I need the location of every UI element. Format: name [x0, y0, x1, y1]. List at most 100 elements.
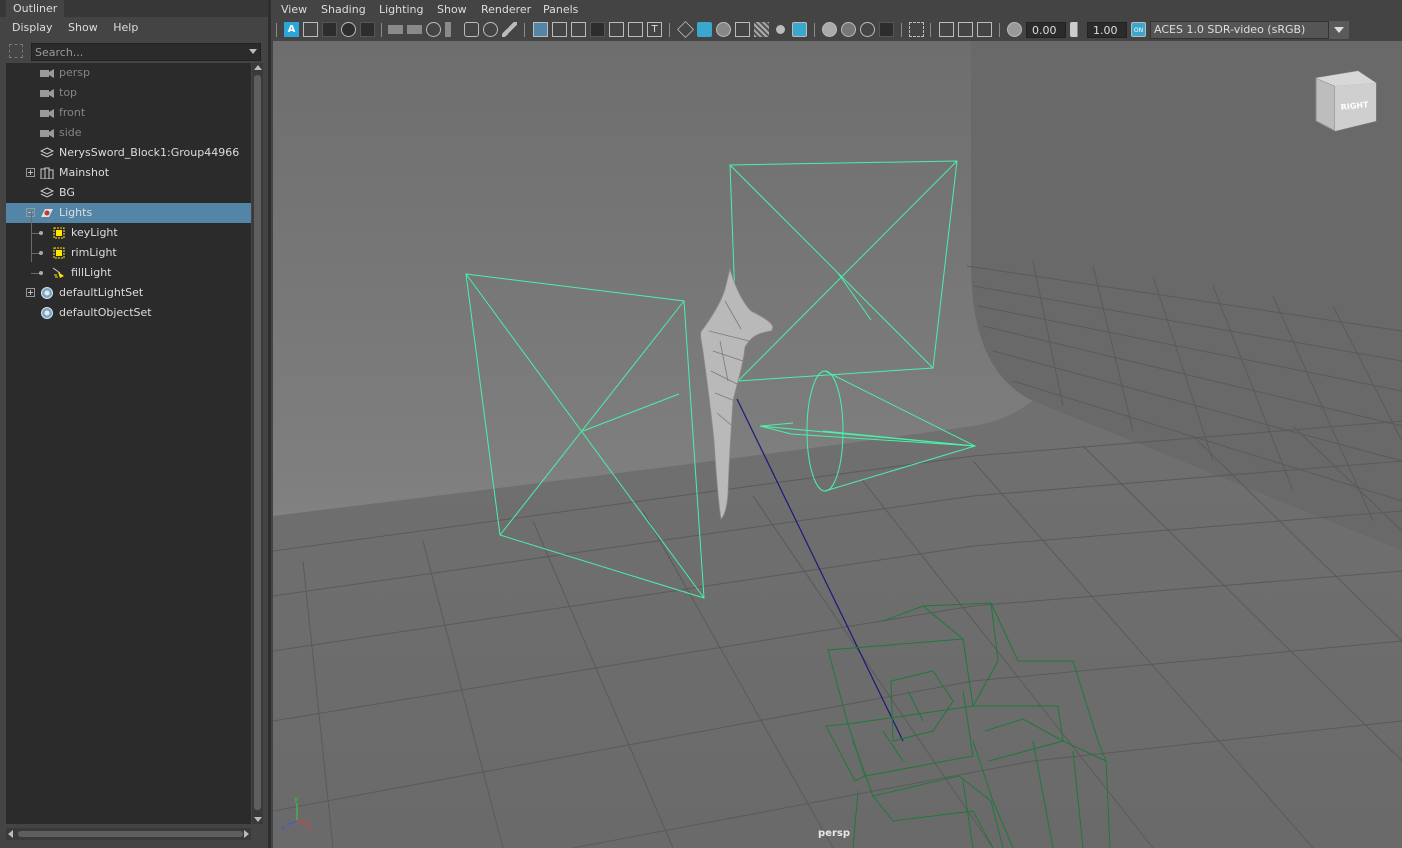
- field-chart-icon[interactable]: [609, 22, 624, 37]
- image-plane-icon[interactable]: [341, 22, 356, 37]
- scroll-down-icon[interactable]: [254, 817, 262, 822]
- menu-help[interactable]: Help: [113, 17, 138, 39]
- default-material-icon[interactable]: [735, 22, 750, 37]
- camera-icon: [40, 69, 54, 78]
- expand-icon[interactable]: [26, 288, 35, 297]
- menu-panels[interactable]: Panels: [543, 3, 578, 16]
- outliner-item-filllight[interactable]: fillLight: [6, 263, 251, 283]
- lock-camera-icon[interactable]: [407, 25, 422, 34]
- outliner-item-label: top: [59, 86, 78, 99]
- select-camera-icon[interactable]: A: [284, 22, 299, 37]
- menu-shading[interactable]: Shading: [321, 3, 366, 16]
- smooth-shade-icon[interactable]: [697, 22, 712, 37]
- bookmark-icon[interactable]: [322, 22, 337, 37]
- camera-attributes-icon[interactable]: [303, 22, 318, 37]
- outliner-item-defaultobjectset[interactable]: defaultObjectSet: [6, 303, 251, 323]
- safe-action-icon[interactable]: [628, 22, 643, 37]
- expand-icon[interactable]: [26, 168, 35, 177]
- outliner-item-label: front: [59, 106, 86, 119]
- outliner-panel: Outliner Display Show Help persp top fro…: [0, 0, 268, 848]
- outliner-item-sword[interactable]: NerysSword_Block1:Group44966: [6, 143, 251, 163]
- outliner-item-side[interactable]: side: [6, 123, 251, 143]
- grease-pencil-icon[interactable]: [464, 22, 479, 37]
- filter-icon[interactable]: [9, 44, 23, 58]
- outliner-item-persp[interactable]: persp: [6, 63, 251, 83]
- shadows-icon[interactable]: [792, 22, 807, 37]
- svg-text:z: z: [281, 824, 285, 832]
- color-management-value: ACES 1.0 SDR-video (sRGB): [1154, 23, 1306, 36]
- textured-icon[interactable]: [754, 22, 769, 37]
- scroll-right-icon[interactable]: [244, 830, 249, 838]
- pencil-icon[interactable]: [502, 22, 517, 37]
- xray-icon[interactable]: [939, 22, 954, 37]
- outliner-item-mainshot[interactable]: Mainshot: [6, 163, 251, 183]
- outliner-item-defaultlightset[interactable]: defaultLightSet: [6, 283, 251, 303]
- outliner-item-front[interactable]: front: [6, 103, 251, 123]
- scrollbar-thumb[interactable]: [18, 831, 243, 837]
- tree-dot: [39, 231, 43, 235]
- gate-mask-icon[interactable]: [590, 22, 605, 37]
- outliner-item-label: keyLight: [71, 226, 118, 239]
- outliner-item-bg[interactable]: BG: [6, 183, 251, 203]
- menu-renderer[interactable]: Renderer: [481, 3, 531, 16]
- outliner-item-top[interactable]: top: [6, 83, 251, 103]
- anti-aliasing-icon[interactable]: [860, 22, 875, 37]
- use-all-lights-icon[interactable]: [776, 25, 785, 34]
- outliner-item-rimlight[interactable]: rimLight: [6, 243, 251, 263]
- pan-zoom-icon[interactable]: [483, 22, 498, 37]
- gamma-field[interactable]: 1.00: [1087, 22, 1127, 38]
- gamma-icon[interactable]: [1070, 22, 1085, 37]
- look-through-icon[interactable]: [426, 22, 441, 37]
- exposure-field[interactable]: 0.00: [1026, 22, 1066, 38]
- outliner-tab[interactable]: Outliner: [6, 0, 65, 17]
- wireframe-icon[interactable]: [677, 21, 694, 38]
- grid-icon[interactable]: [533, 22, 548, 37]
- search-box[interactable]: [31, 43, 261, 61]
- menu-show[interactable]: Show: [68, 17, 98, 39]
- xray-active-icon[interactable]: [958, 22, 973, 37]
- outliner-vertical-scrollbar[interactable]: [252, 63, 263, 824]
- chevron-down-icon[interactable]: [1328, 21, 1349, 39]
- screen-space-ao-icon[interactable]: [822, 22, 837, 37]
- bookmark-flag-icon[interactable]: [445, 22, 451, 37]
- wireframe-on-shaded-icon[interactable]: [716, 22, 731, 37]
- exposure-icon[interactable]: [1007, 22, 1022, 37]
- scroll-up-icon[interactable]: [254, 65, 262, 70]
- tree-dot: [39, 271, 43, 275]
- menu-show[interactable]: Show: [437, 3, 467, 16]
- search-input[interactable]: [35, 45, 235, 59]
- color-management-dropdown[interactable]: ACES 1.0 SDR-video (sRGB): [1150, 21, 1349, 39]
- menu-view[interactable]: View: [281, 3, 307, 16]
- outliner-tab-bar: Outliner: [0, 0, 268, 17]
- menu-display[interactable]: Display: [12, 17, 53, 39]
- svg-text:y: y: [294, 795, 298, 803]
- outliner-item-keylight[interactable]: keyLight: [6, 223, 251, 243]
- resolution-gate-icon[interactable]: [571, 22, 586, 37]
- outliner-menu-bar: Display Show Help: [0, 17, 268, 39]
- color-management-toggle-icon[interactable]: ON: [1131, 22, 1146, 37]
- 3d-viewport[interactable]: RIGHT y x z persp: [273, 41, 1402, 848]
- outliner-item-lights[interactable]: Lights: [6, 203, 251, 223]
- two-d-pan-icon[interactable]: [360, 22, 375, 37]
- toolbar-separator: [901, 23, 902, 37]
- film-gate-icon[interactable]: [552, 22, 567, 37]
- area-light-icon: [53, 247, 65, 259]
- toolbar-separator: [999, 23, 1000, 37]
- menu-lighting[interactable]: Lighting: [379, 3, 423, 16]
- depth-of-field-icon[interactable]: [879, 22, 894, 37]
- camera-icon: [40, 109, 54, 118]
- search-dropdown-icon[interactable]: [249, 49, 257, 54]
- view-cube[interactable]: RIGHT: [1315, 70, 1377, 132]
- camera-icon[interactable]: [388, 25, 403, 34]
- scroll-left-icon[interactable]: [8, 830, 13, 838]
- motion-blur-icon[interactable]: [841, 22, 856, 37]
- outliner-item-label: persp: [59, 66, 90, 79]
- outliner-item-label: fillLight: [71, 266, 112, 279]
- scrollbar-thumb[interactable]: [254, 75, 261, 810]
- outliner-item-label: BG: [59, 186, 75, 199]
- outliner-horizontal-scrollbar[interactable]: [6, 828, 251, 840]
- toolbar-separator: [524, 23, 525, 37]
- safe-title-icon[interactable]: T: [647, 22, 662, 37]
- isolate-select-icon[interactable]: [909, 22, 924, 37]
- xray-joints-icon[interactable]: [977, 22, 992, 37]
